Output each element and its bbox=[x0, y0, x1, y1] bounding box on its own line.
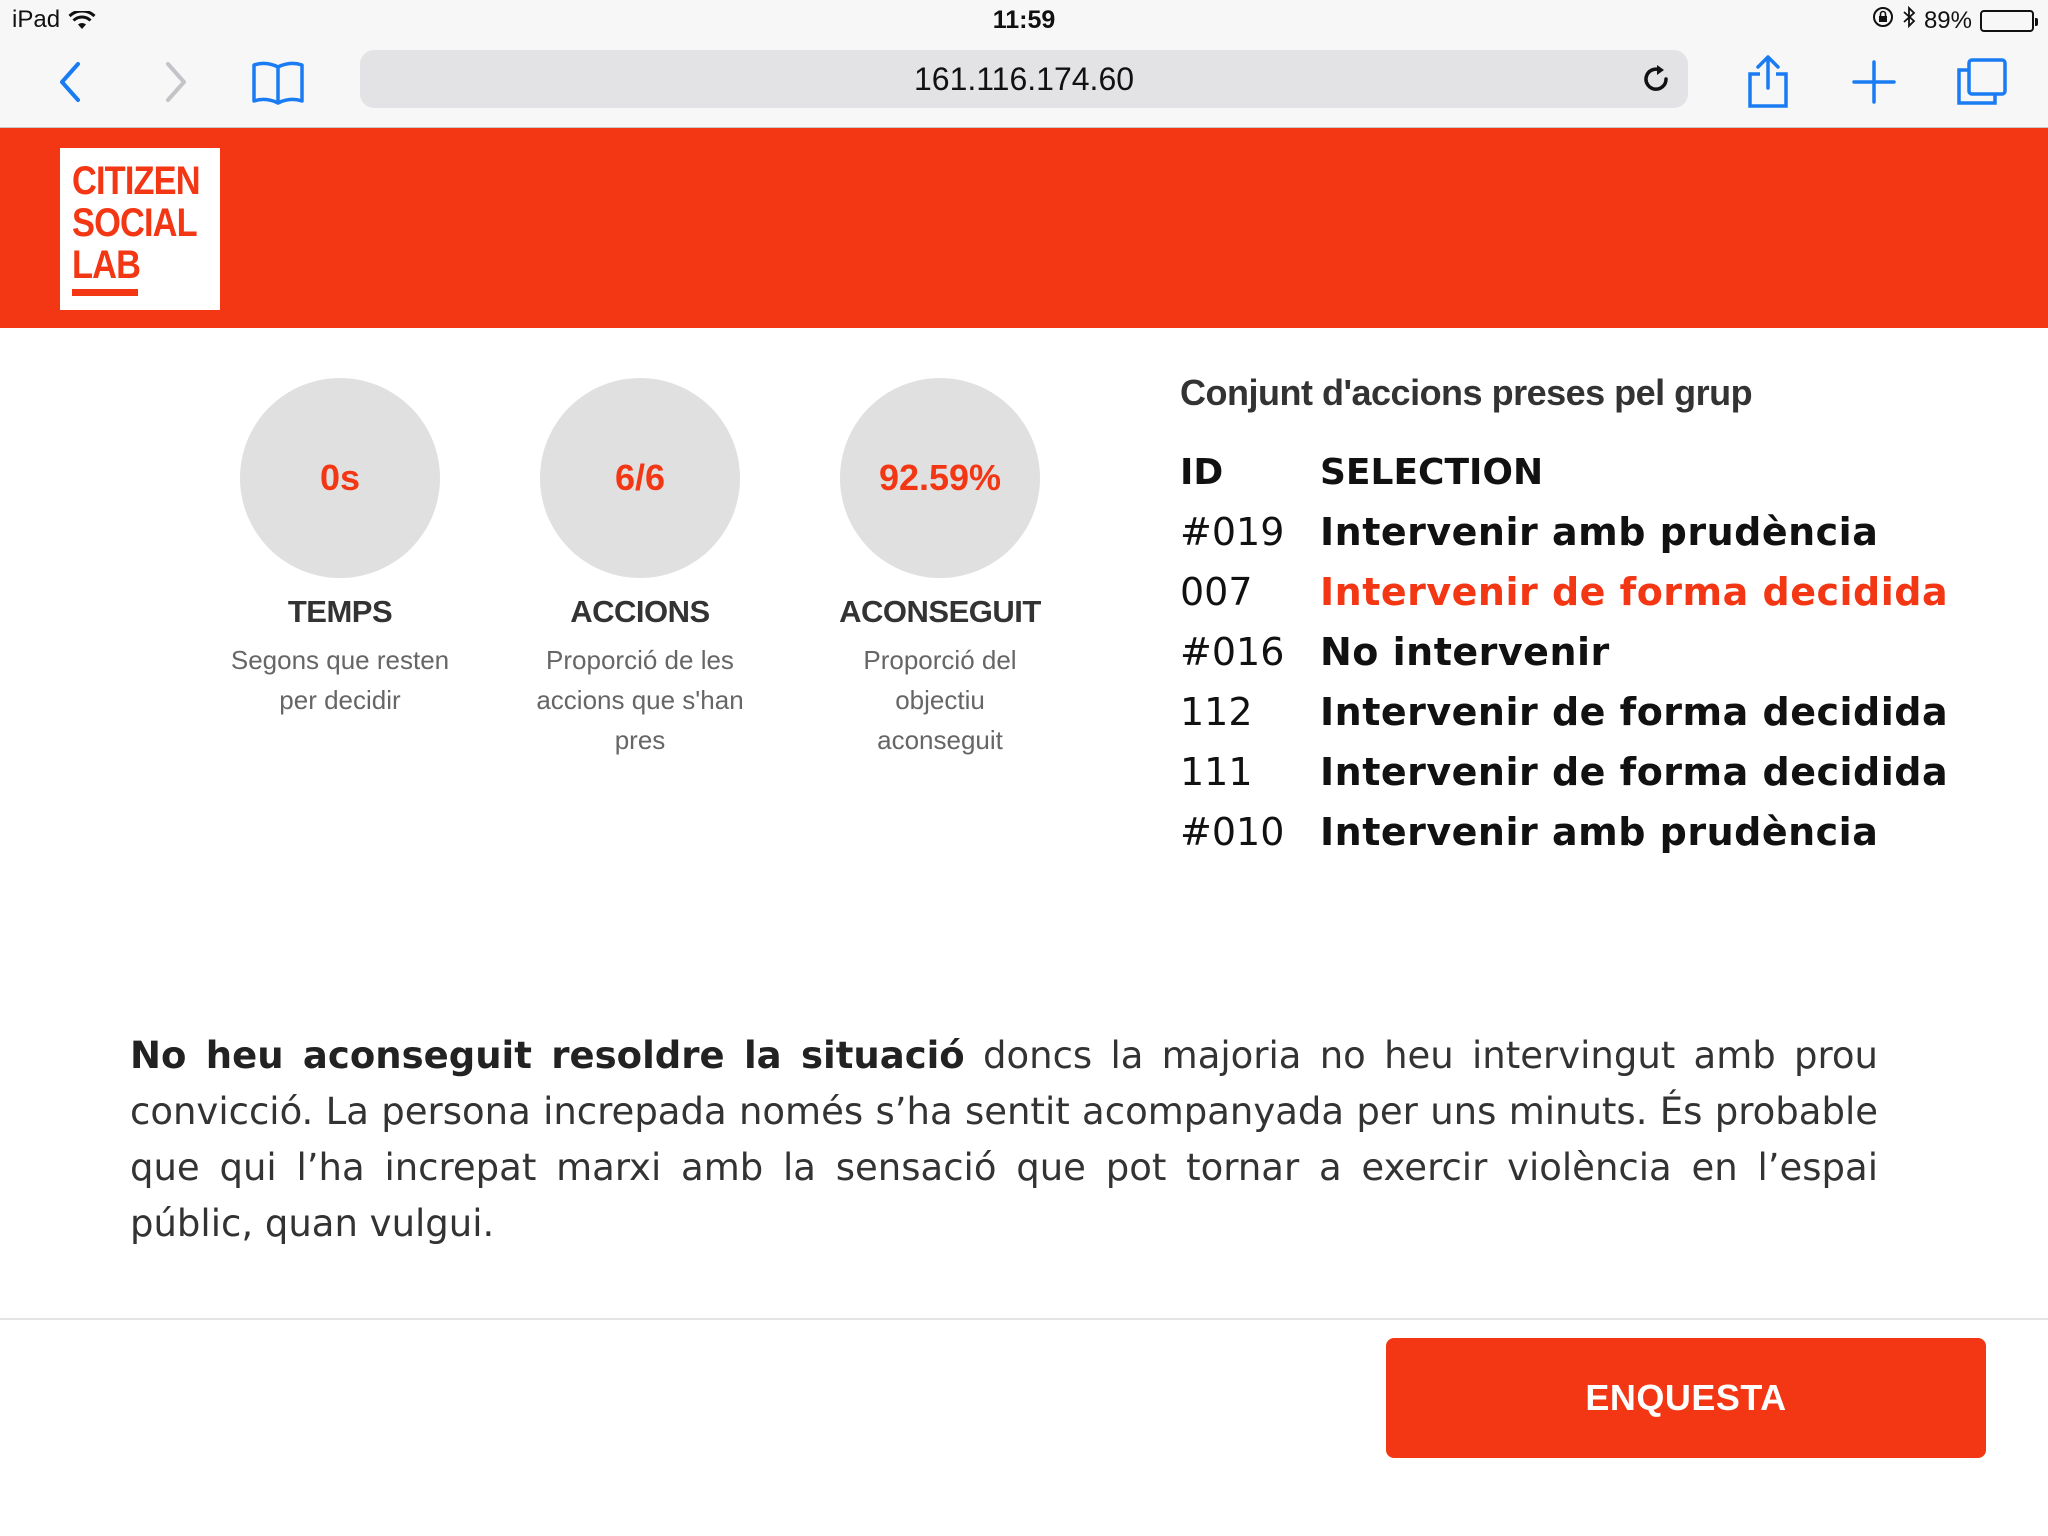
back-button[interactable] bbox=[38, 50, 102, 114]
tabs-button[interactable] bbox=[1950, 50, 2014, 114]
tabs-icon bbox=[1957, 58, 2007, 105]
row-id: #016 bbox=[1180, 630, 1285, 674]
battery-percent: 89% bbox=[1923, 6, 1972, 34]
logo-line-3: LAB bbox=[72, 243, 141, 287]
row-id: 111 bbox=[1180, 750, 1253, 794]
bluetooth-icon bbox=[1902, 5, 1916, 35]
new-tab-button[interactable] bbox=[1842, 50, 1906, 114]
row-selection: Intervenir de forma decidida bbox=[1320, 750, 1949, 794]
stat-description-temps: Segons que resten per decidir bbox=[230, 645, 450, 715]
logo-line-2: SOCIAL bbox=[72, 201, 198, 245]
row-id: #010 bbox=[1180, 810, 1285, 854]
group-actions-title: Conjunt d'accions preses pel grup bbox=[1180, 372, 1753, 413]
brand-header: CITIZEN SOCIAL LAB bbox=[0, 128, 2048, 328]
column-header-id: ID bbox=[1180, 451, 1224, 493]
stat-description-aconseguit: Proporció del objectiu aconseguit bbox=[863, 645, 1017, 755]
table-row-current-user: 007 Intervenir de forma decidida bbox=[1180, 562, 1948, 622]
share-button[interactable] bbox=[1736, 50, 1800, 114]
orientation-lock-icon bbox=[1872, 6, 1894, 35]
table-row: #016 No intervenir bbox=[1180, 622, 1948, 682]
row-selection: Intervenir de forma decidida bbox=[1320, 690, 1949, 734]
row-id: #019 bbox=[1180, 510, 1285, 554]
table-row: #019 Intervenir amb prudència bbox=[1180, 502, 1948, 562]
battery-icon bbox=[1980, 9, 2038, 32]
table-header-row: ID SELECTION bbox=[1180, 442, 1948, 502]
row-selection: No intervenir bbox=[1320, 630, 1610, 674]
stat-label-temps: TEMPS bbox=[287, 594, 393, 629]
stat-label-aconseguit: ACONSEGUIT bbox=[839, 594, 1041, 629]
footer-divider bbox=[0, 1318, 2048, 1320]
stat-value-aconseguit: 92.59% bbox=[878, 457, 1002, 498]
stat-circle-temps: 0s bbox=[240, 378, 440, 578]
bookmarks-icon bbox=[252, 61, 304, 105]
row-selection: Intervenir de forma decidida bbox=[1320, 570, 1949, 614]
share-icon bbox=[1748, 55, 1788, 108]
stat-description-accions: Proporció de les accions que s'han pres bbox=[536, 645, 744, 755]
group-actions-panel: Conjunt d'accions preses pel grup ID SEL… bbox=[1180, 372, 2000, 862]
result-message: No heu aconseguit resoldre la situació d… bbox=[130, 1028, 1878, 1252]
stat-temps: 0s TEMPS Segons que resten per decidir bbox=[190, 378, 490, 720]
stat-circle-aconseguit: 92.59% bbox=[840, 378, 1040, 578]
logo-underline bbox=[72, 289, 138, 296]
row-selection: Intervenir amb prudència bbox=[1320, 810, 1879, 854]
result-headline: No heu aconseguit resoldre la situació bbox=[130, 1034, 965, 1077]
stat-accions: 6/6 ACCIONS Proporció de les accions que… bbox=[490, 378, 790, 760]
forward-icon bbox=[166, 62, 186, 102]
row-id: 007 bbox=[1180, 570, 1253, 614]
bookmarks-button[interactable] bbox=[246, 50, 310, 114]
table-row: 112 Intervenir de forma decidida bbox=[1180, 682, 1948, 742]
clock: 11:59 bbox=[992, 6, 1056, 34]
address-bar[interactable]: 161.116.174.60 bbox=[360, 50, 1688, 108]
reload-icon bbox=[1644, 65, 1668, 91]
stat-circle-accions: 6/6 bbox=[540, 378, 740, 578]
stat-aconseguit: 92.59% ACONSEGUIT Proporció del objectiu… bbox=[790, 378, 1090, 760]
table-row: #010 Intervenir amb prudència bbox=[1180, 802, 1948, 862]
stat-value-temps: 0s bbox=[319, 457, 361, 498]
back-icon bbox=[60, 62, 80, 102]
citizen-social-lab-logo: CITIZEN SOCIAL LAB bbox=[60, 148, 220, 310]
stat-label-accions: ACCIONS bbox=[570, 594, 710, 629]
group-actions-table: ID SELECTION #019 Intervenir amb prudènc… bbox=[1180, 442, 1948, 862]
table-row: 111 Intervenir de forma decidida bbox=[1180, 742, 1948, 802]
forward-button[interactable] bbox=[144, 50, 208, 114]
browser-toolbar: 161.116.174.60 bbox=[0, 40, 2048, 128]
url-text: 161.116.174.60 bbox=[913, 60, 1135, 97]
enquesta-button[interactable]: ENQUESTA bbox=[1386, 1338, 1986, 1458]
stat-value-accions: 6/6 bbox=[614, 457, 666, 498]
logo-line-1: CITIZEN bbox=[72, 159, 201, 203]
new-tab-icon bbox=[1852, 60, 1896, 104]
status-bar: iPad 11:59 89% bbox=[0, 0, 2048, 40]
column-header-selection: SELECTION bbox=[1320, 451, 1544, 493]
reload-button[interactable] bbox=[1638, 61, 1674, 97]
row-selection: Intervenir amb prudència bbox=[1320, 510, 1879, 554]
row-id: 112 bbox=[1180, 690, 1253, 734]
